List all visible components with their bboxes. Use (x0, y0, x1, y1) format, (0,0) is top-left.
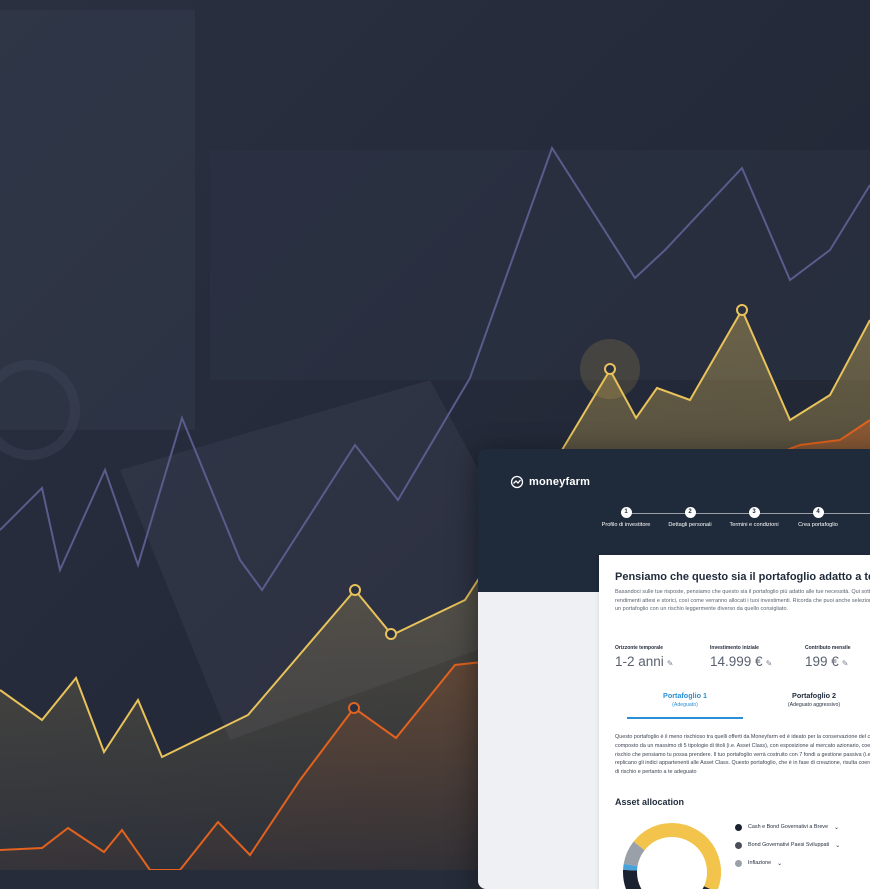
step-number: 1 (620, 507, 632, 518)
yellow-point-marker (349, 584, 361, 596)
legend-item-cash-bond[interactable]: Cash e Bond Governativi a Breve ⌄ (735, 818, 870, 836)
moneyfarm-logo-icon (510, 475, 524, 489)
tab-name: Portafoglio 2 (792, 691, 836, 700)
orange-point-marker (348, 702, 360, 714)
yellow-point-marker (604, 363, 616, 375)
step-profilo-investitore[interactable]: 1 Profilo di investitore (591, 507, 661, 528)
step-label: Dettagli personali (668, 522, 712, 528)
legend-color-dot (735, 823, 742, 831)
stat-label: Contributo mensile (805, 645, 851, 651)
step-number: 4 (812, 507, 824, 518)
chevron-down-icon: ⌄ (777, 860, 783, 867)
step-number: 2 (684, 507, 696, 518)
stat-value: 199 € (805, 654, 839, 669)
app-preview-card: moneyfarm 1 Profilo di investitore 2 Det… (478, 449, 870, 889)
step-label: Profilo di investitore (601, 522, 651, 528)
tab-name: Portafoglio 1 (663, 691, 707, 700)
asset-allocation-legend: Cash e Bond Governativi a Breve ⌄ Bond G… (735, 818, 870, 872)
panel-title: Pensiamo che questo sia il portafoglio a… (615, 571, 870, 583)
donut-segment-blue (623, 863, 638, 871)
portfolio-stats: Orizzonte temporale 1-2 anni ✎ Investime… (615, 645, 870, 675)
stat-contributo-mensile: Contributo mensile 199 € ✎ (805, 645, 851, 669)
yellow-point-marker (385, 628, 397, 640)
donut-segment-dark (623, 869, 711, 889)
step-label: Termini e condizioni (729, 522, 779, 528)
donut-segment-grey (623, 841, 645, 867)
legend-color-dot (735, 841, 742, 849)
active-tab-underline (627, 717, 743, 719)
asset-allocation-title: Asset allocation (615, 797, 685, 807)
stat-value: 1-2 anni (615, 654, 664, 669)
onboarding-stepper: 1 Profilo di investitore 2 Dettagli pers… (596, 507, 870, 537)
step-number: 3 (748, 507, 760, 518)
step-dettagli-personali[interactable]: 2 Dettagli personali (655, 507, 725, 528)
tab-subtitle: (Adeguato) (672, 702, 698, 708)
stat-investimento-iniziale: Investimento iniziale 14.999 € ✎ (710, 645, 772, 669)
legend-label: Bond Governativi Paesi Sviluppati (748, 842, 830, 848)
legend-color-dot (735, 859, 742, 867)
step-crea-portafoglio[interactable]: 4 Crea portafoglio (783, 507, 853, 528)
step-termini-condizioni[interactable]: 3 Termini e condizioni (719, 507, 789, 528)
brand-logo[interactable]: moneyfarm (510, 475, 590, 489)
edit-pencil-icon[interactable]: ✎ (667, 659, 674, 668)
edit-pencil-icon[interactable]: ✎ (766, 659, 773, 668)
brand-name: moneyfarm (529, 476, 591, 488)
edit-pencil-icon[interactable]: ✎ (842, 659, 849, 668)
tab-portafoglio-2[interactable]: Portafoglio 2 (Adeguato aggressivo) (759, 691, 869, 708)
tab-subtitle: (Adeguato aggressivo) (787, 702, 841, 708)
legend-label: Cash e Bond Governativi a Breve (748, 824, 829, 830)
stat-orizzonte-temporale: Orizzonte temporale 1-2 anni ✎ (615, 645, 674, 669)
legend-item-inflazione[interactable]: Inflazione ⌄ (735, 854, 870, 872)
chevron-down-icon: ⌄ (835, 842, 841, 849)
donut-segment-yellow (633, 823, 721, 889)
panel-intro-text: Basandoci sulle tue risposte, pensiamo c… (615, 589, 870, 613)
tab-portafoglio-1[interactable]: Portafoglio 1 (Adeguato) (630, 691, 740, 708)
chevron-down-icon: ⌄ (834, 824, 840, 831)
step-label: Crea portafoglio (798, 522, 838, 528)
stat-value: 14.999 € (710, 654, 763, 669)
legend-item-bond-governativi[interactable]: Bond Governativi Paesi Sviluppati ⌄ (735, 836, 870, 854)
yellow-point-marker (736, 304, 748, 316)
stat-label: Investimento iniziale (710, 645, 759, 651)
portfolio-panel: Pensiamo che questo sia il portafoglio a… (599, 555, 870, 889)
portfolio-description: Questo portafoglio è il meno rischioso t… (615, 734, 870, 776)
legend-label: Inflazione (748, 860, 772, 866)
asset-allocation-donut (623, 823, 721, 889)
portfolio-tabs: Portafoglio 1 (Adeguato) Portafoglio 2 (… (615, 691, 870, 721)
stat-label: Orizzonte temporale (615, 645, 664, 651)
